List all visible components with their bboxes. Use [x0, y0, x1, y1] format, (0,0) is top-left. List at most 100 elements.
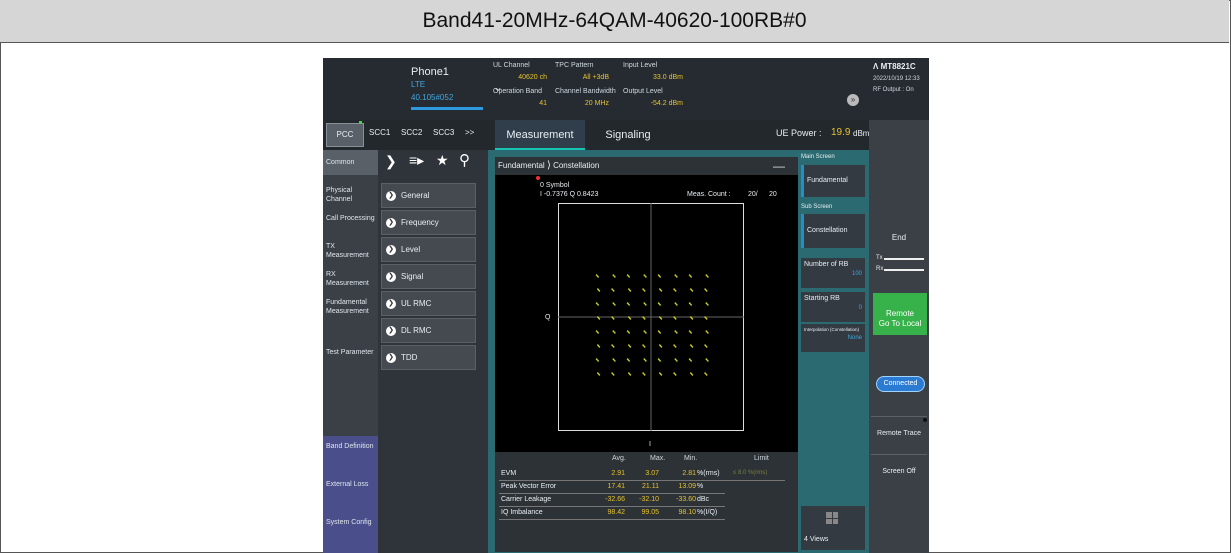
constellation-chart	[558, 203, 744, 431]
nav-tx-measurement[interactable]: TX Measurement	[323, 242, 378, 260]
interpolation-value: None	[847, 335, 862, 341]
constellation-point	[643, 290, 646, 292]
col-avg: Avg.	[612, 455, 626, 462]
menu-frequency[interactable]: ❯ Frequency	[381, 210, 476, 235]
constellation-point	[597, 304, 599, 306]
tab-more[interactable]: >>	[465, 128, 474, 137]
remote-label: Remote	[885, 309, 914, 318]
chevron-right-icon: ❯	[386, 190, 396, 201]
nav-test-parameter[interactable]: Test Parameter	[323, 348, 378, 357]
go-to-local-label: Go To Local	[878, 319, 922, 328]
cl-min: -33.60	[676, 496, 696, 503]
model-name: Λ MT8821C	[873, 62, 916, 71]
nav-external-loss[interactable]: External Loss	[323, 480, 378, 489]
minimize-icon[interactable]: —	[773, 157, 785, 175]
constellation-point	[705, 374, 708, 376]
output-level-label: Output Level	[623, 88, 663, 95]
phone-progress-bar	[411, 107, 483, 110]
evm-max: 3.07	[645, 470, 659, 477]
constellation-point	[659, 304, 661, 306]
cl-avg: -32.66	[605, 496, 625, 503]
chevron-right-icon: ❯	[386, 244, 396, 255]
main-screen-label: Main Screen	[801, 154, 835, 160]
starting-rb-label: Starting RB	[804, 295, 840, 302]
trace-dot-icon	[923, 418, 927, 422]
tab-measurement[interactable]: Measurement	[495, 120, 585, 150]
constellation-point	[629, 374, 632, 376]
carrier-tab-bar: PCC SCC1 SCC2 SCC3 >>	[323, 120, 488, 150]
main-screen-select[interactable]: Fundamental	[801, 165, 865, 197]
num-rb-field[interactable]: Number of RB 100	[801, 258, 865, 288]
list-arrow-icon[interactable]: ≡▸	[409, 152, 424, 169]
nav-call-processing[interactable]: Call Processing	[323, 214, 378, 223]
tab-scc2[interactable]: SCC2	[401, 128, 422, 137]
constellation-point	[674, 374, 677, 376]
constellation-point	[707, 304, 709, 306]
starting-rb-field[interactable]: Starting RB 0	[801, 292, 865, 322]
constellation-point	[691, 290, 694, 292]
search-icon[interactable]: ⚲	[459, 151, 470, 169]
nav-physical-channel[interactable]: Physical Channel	[323, 186, 378, 204]
menu-ul-rmc-label: UL RMC	[401, 299, 432, 308]
constellation-point	[659, 360, 661, 362]
instrument-screen: Phone1 LTE 40.105#052 ⌄ UL Channel 40620…	[323, 58, 929, 553]
col-limit: Limit	[754, 455, 769, 462]
breadcrumb-fundamental[interactable]: Fundamental	[498, 161, 545, 170]
constellation-point	[691, 374, 694, 376]
expand-circle-icon[interactable]: »	[847, 94, 859, 106]
constellation-point	[598, 290, 601, 292]
menu-signal[interactable]: ❯ Signal	[381, 264, 476, 289]
operation-band-label: Operation Band	[493, 88, 543, 95]
tab-pcc[interactable]: PCC	[326, 123, 364, 147]
nav-rx-measurement[interactable]: RX Measurement	[323, 270, 378, 288]
remote-go-to-local-button[interactable]: Remote Go To Local	[873, 293, 927, 335]
phone-name[interactable]: Phone1	[411, 66, 449, 78]
menu-tdd[interactable]: ❯ TDD	[381, 345, 476, 370]
iq-avg: 98.42	[607, 509, 625, 516]
pve-unit: %	[697, 483, 704, 490]
constellation-point	[705, 318, 708, 320]
right-control-bar	[869, 120, 929, 553]
constellation-point	[598, 374, 601, 376]
constellation-point	[628, 304, 630, 306]
next-icon[interactable]: ❯	[385, 153, 397, 170]
constellation-point	[597, 360, 599, 362]
constellation-point	[629, 346, 632, 348]
menu-ul-rmc[interactable]: ❯ UL RMC	[381, 291, 476, 316]
constellation-point	[614, 360, 616, 362]
constellation-point	[614, 332, 616, 334]
constellation-point	[628, 276, 630, 278]
iq-unit: %(I/Q)	[697, 509, 718, 516]
constellation-point	[660, 374, 663, 376]
cl-max: -32.10	[639, 496, 659, 503]
star-icon[interactable]: ★	[436, 152, 449, 169]
tab-scc3[interactable]: SCC3	[433, 128, 454, 137]
interpolation-field[interactable]: Interpolation (Constellation) None	[801, 324, 865, 352]
remote-trace-button[interactable]: Remote Trace	[869, 430, 929, 437]
menu-general[interactable]: ❯ General	[381, 183, 476, 208]
sub-screen-select[interactable]: Constellation	[801, 214, 865, 248]
constellation-point	[612, 290, 615, 292]
nav-band-definition[interactable]: Band Definition	[323, 442, 378, 451]
constellation-point	[645, 360, 647, 362]
tab-signaling[interactable]: Signaling	[585, 120, 671, 150]
menu-level[interactable]: ❯ Level	[381, 237, 476, 262]
constellation-point	[643, 318, 646, 320]
tab-scc1[interactable]: SCC1	[369, 128, 390, 137]
connected-badge[interactable]: Connected	[876, 376, 925, 392]
constellation-point	[690, 360, 692, 362]
nav-common[interactable]: Common	[323, 150, 378, 175]
tx-indicator	[884, 258, 924, 260]
tx-label: Tx	[876, 255, 883, 261]
nav-fundamental-measurement[interactable]: Fundamental Measurement	[323, 298, 378, 316]
date-time: 2022/10/19 12:33	[873, 76, 920, 82]
screen-off-button[interactable]: Screen Off	[869, 468, 929, 475]
views-button[interactable]: 4 Views	[801, 506, 865, 550]
evm-avg: 2.91	[611, 470, 625, 477]
breadcrumb-separator-icon: ⟩	[546, 160, 551, 171]
end-button[interactable]: End	[869, 233, 929, 242]
menu-dl-rmc[interactable]: ❯ DL RMC	[381, 318, 476, 343]
ue-power-label: UE Power :	[776, 128, 822, 138]
constellation-point	[660, 318, 663, 320]
nav-system-config[interactable]: System Config	[323, 518, 378, 527]
